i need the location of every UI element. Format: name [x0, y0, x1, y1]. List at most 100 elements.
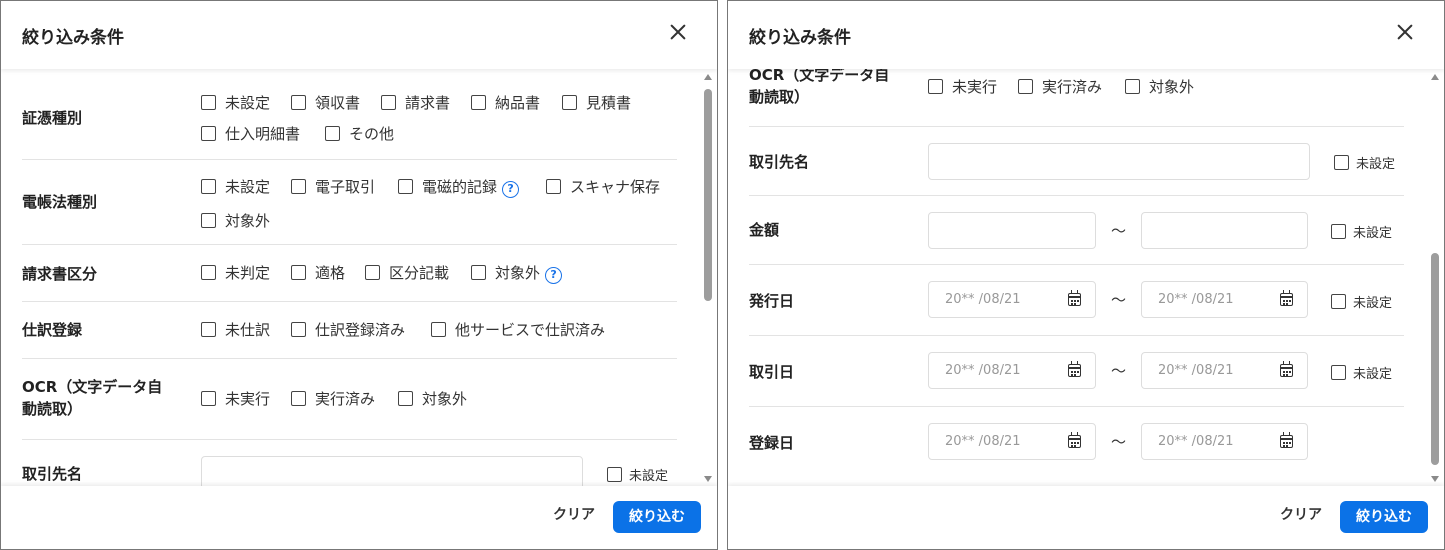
checkbox-icon[interactable]: [1334, 155, 1349, 170]
checkbox-icon[interactable]: [201, 322, 216, 337]
checkbox-icon[interactable]: [365, 265, 380, 280]
help-circle-icon[interactable]: ?: [502, 181, 520, 198]
checkbox-option[interactable]: 対象外?: [471, 263, 563, 284]
checkbox-icon[interactable]: [928, 79, 943, 94]
checkbox-option[interactable]: 請求書: [381, 93, 450, 113]
dialog-title: 絞り込み条件: [22, 28, 124, 48]
issue-date-from-input[interactable]: 20** /08/21: [928, 281, 1096, 318]
scroll-down-arrow-icon[interactable]: [1431, 476, 1439, 482]
filter-label: 取引先名: [749, 153, 810, 171]
unset-checkbox[interactable]: 未設定: [1331, 292, 1392, 311]
checkbox-icon[interactable]: [1331, 294, 1346, 309]
apply-filter-button[interactable]: 絞り込む: [1340, 501, 1428, 533]
partner-name-input[interactable]: [201, 456, 583, 487]
partner-name-input[interactable]: [928, 143, 1310, 180]
checkbox-icon[interactable]: [398, 391, 413, 406]
checkbox-option[interactable]: 区分記載: [365, 263, 449, 283]
scroll-up-arrow-icon[interactable]: [1431, 74, 1439, 80]
checkbox-option[interactable]: 未仕訳: [201, 320, 270, 340]
clear-button[interactable]: クリア: [1280, 504, 1322, 524]
checkbox-option[interactable]: 対象外: [1125, 77, 1194, 97]
checkbox-option[interactable]: その他: [325, 124, 394, 144]
checkbox-option[interactable]: 実行済み: [291, 389, 375, 409]
calendar-icon[interactable]: [1280, 361, 1293, 377]
unset-checkbox[interactable]: 未設定: [1334, 153, 1395, 172]
checkbox-option[interactable]: 見積書: [562, 93, 631, 113]
checkbox-option[interactable]: 未判定: [201, 263, 270, 283]
checkbox-icon[interactable]: [291, 179, 306, 194]
checkbox-icon[interactable]: [325, 126, 340, 141]
checkbox-icon[interactable]: [1125, 79, 1140, 94]
close-icon[interactable]: [667, 21, 689, 43]
checkbox-icon[interactable]: [201, 179, 216, 194]
issue-date-to-input[interactable]: 20** /08/21: [1141, 281, 1308, 318]
checkbox-icon[interactable]: [471, 265, 486, 280]
scrollbar-thumb[interactable]: [704, 89, 712, 301]
checkbox-icon[interactable]: [546, 179, 561, 194]
calendar-icon[interactable]: [1068, 361, 1081, 377]
checkbox-icon[interactable]: [291, 322, 306, 337]
calendar-icon[interactable]: [1280, 290, 1293, 306]
checkbox-option[interactable]: 他サービスで仕訳済み: [431, 320, 605, 340]
checkbox-icon[interactable]: [291, 265, 306, 280]
checkbox-option[interactable]: 納品書: [471, 93, 540, 113]
unset-checkbox[interactable]: 未設定: [607, 465, 668, 484]
checkbox-icon[interactable]: [381, 95, 396, 110]
checkbox-option[interactable]: 未実行: [201, 389, 270, 409]
checkbox-option[interactable]: 仕入明細書: [201, 124, 300, 144]
checkbox-option[interactable]: 仕訳登録済み: [291, 320, 405, 340]
filter-row-issue-date: 発行日 20** /08/21 〜 20** /08/21 未設定: [749, 265, 1404, 336]
calendar-icon[interactable]: [1068, 432, 1081, 448]
checkbox-icon[interactable]: [291, 95, 306, 110]
checkbox-option[interactable]: 未実行: [928, 77, 997, 97]
amount-to-input[interactable]: [1141, 212, 1308, 249]
dialog-body[interactable]: 証憑種別 未設定 領収書 請求書 納品書 見積書 仕入明細書 その他 電帳法種別…: [1, 69, 717, 487]
checkbox-icon[interactable]: [201, 213, 216, 228]
checkbox-option[interactable]: 未設定: [201, 177, 270, 197]
checkbox-icon[interactable]: [607, 467, 622, 482]
transaction-date-to-input[interactable]: 20** /08/21: [1141, 352, 1308, 389]
scrollbar[interactable]: [1430, 71, 1440, 485]
clear-button[interactable]: クリア: [553, 504, 595, 524]
checkbox-option[interactable]: 電磁的記録?: [398, 177, 520, 198]
registration-date-from-input[interactable]: 20** /08/21: [928, 423, 1096, 460]
checkbox-icon[interactable]: [201, 265, 216, 280]
transaction-date-from-input[interactable]: 20** /08/21: [928, 352, 1096, 389]
checkbox-option[interactable]: 実行済み: [1018, 77, 1102, 97]
checkbox-option[interactable]: 未設定: [201, 93, 270, 113]
filter-row-ocr: OCR（文字データ自 動読取） 未実行 実行済み 対象外: [749, 69, 1404, 127]
checkbox-option[interactable]: 対象外: [398, 389, 467, 409]
amount-from-input[interactable]: [928, 212, 1096, 249]
checkbox-option[interactable]: 適格: [291, 263, 345, 283]
checkbox-option[interactable]: 電子取引: [291, 177, 375, 197]
checkbox-icon[interactable]: [431, 322, 446, 337]
filter-label: 取引先名: [22, 465, 83, 483]
checkbox-icon[interactable]: [201, 126, 216, 141]
checkbox-icon[interactable]: [562, 95, 577, 110]
checkbox-icon[interactable]: [201, 391, 216, 406]
close-icon[interactable]: [1394, 21, 1416, 43]
checkbox-option[interactable]: 対象外: [201, 211, 270, 231]
checkbox-option[interactable]: スキャナ保存: [546, 177, 660, 197]
scroll-up-arrow-icon[interactable]: [704, 74, 712, 80]
calendar-icon[interactable]: [1280, 432, 1293, 448]
checkbox-icon[interactable]: [1331, 365, 1346, 380]
checkbox-icon[interactable]: [291, 391, 306, 406]
scrollbar-thumb[interactable]: [1431, 253, 1439, 465]
unset-checkbox[interactable]: 未設定: [1331, 222, 1392, 241]
checkbox-icon[interactable]: [1331, 224, 1346, 239]
checkbox-icon[interactable]: [1018, 79, 1033, 94]
scrollbar[interactable]: [703, 71, 713, 485]
checkbox-icon[interactable]: [201, 95, 216, 110]
help-circle-icon[interactable]: ?: [545, 267, 563, 284]
checkbox-icon[interactable]: [471, 95, 486, 110]
registration-date-to-input[interactable]: 20** /08/21: [1141, 423, 1308, 460]
unset-checkbox[interactable]: 未設定: [1331, 363, 1392, 382]
filter-row-ocr: OCR（文字データ自 動読取） 未実行 実行済み 対象外: [22, 359, 677, 440]
checkbox-option[interactable]: 領収書: [291, 93, 360, 113]
calendar-icon[interactable]: [1068, 290, 1081, 306]
scroll-down-arrow-icon[interactable]: [704, 476, 712, 482]
dialog-body[interactable]: OCR（文字データ自 動読取） 未実行 実行済み 対象外 取引先名 未設定 金額 …: [728, 69, 1444, 487]
apply-filter-button[interactable]: 絞り込む: [613, 501, 701, 533]
checkbox-icon[interactable]: [398, 179, 413, 194]
